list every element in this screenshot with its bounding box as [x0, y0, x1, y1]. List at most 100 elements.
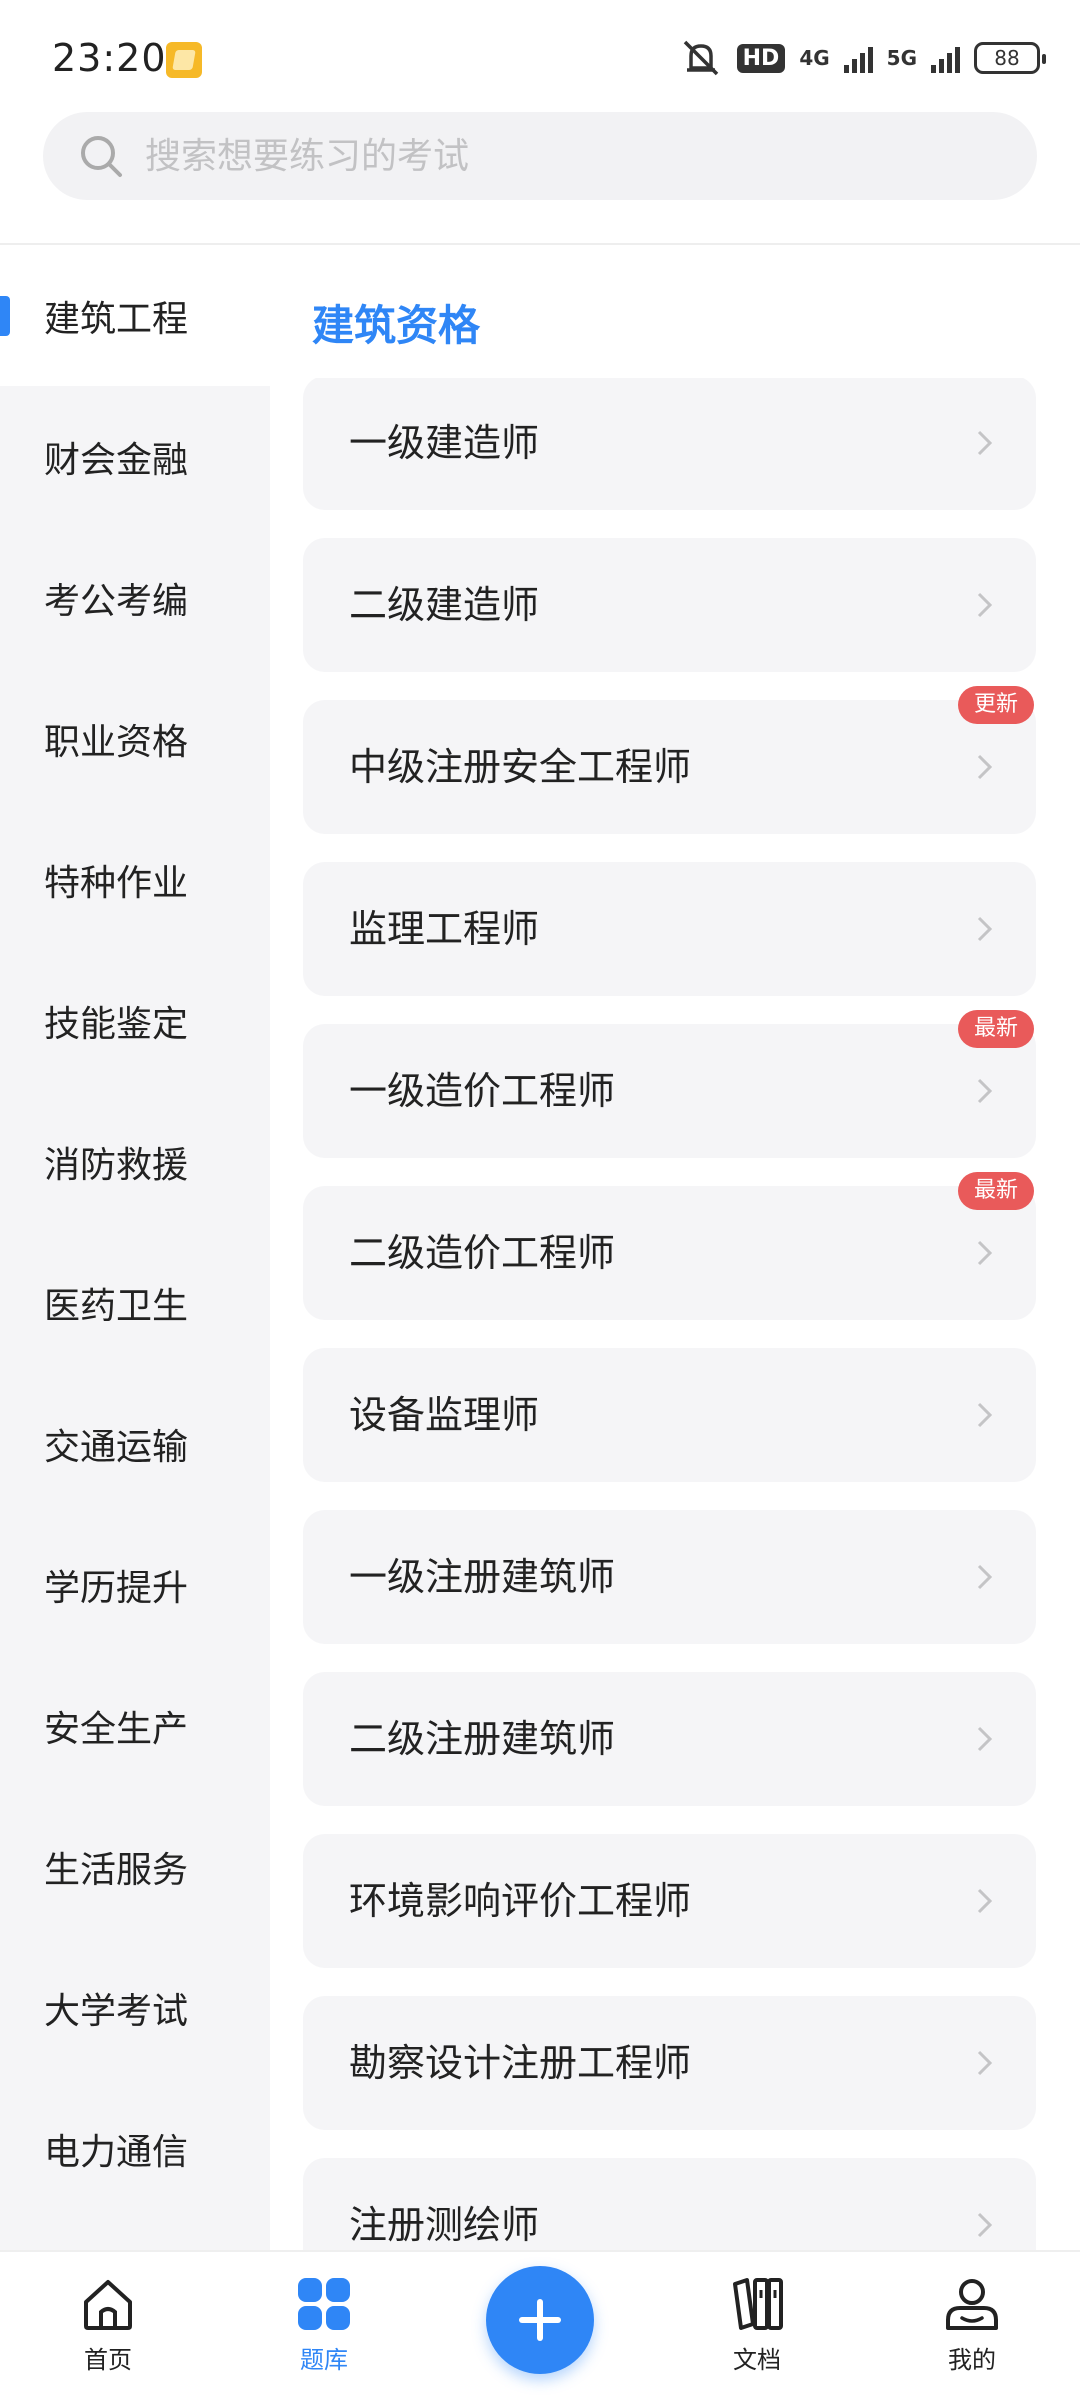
sidebar-item-label: 技能鉴定 — [44, 1003, 189, 1045]
list-item-label: 一级造价工程师 — [349, 1069, 616, 1113]
signal-icon-2 — [931, 43, 960, 73]
notification-app-icon — [166, 42, 202, 78]
profile-icon — [946, 2279, 998, 2330]
network-label-1: 4G — [799, 46, 830, 70]
sidebar-item-fire-rescue[interactable]: 消防救援 — [0, 1091, 270, 1232]
status-bar: 23:20 HD 4G 5G 88 — [0, 0, 1080, 110]
battery-icon: 88 — [974, 42, 1046, 74]
new-badge: 最新 — [957, 1172, 1034, 1210]
add-button[interactable] — [486, 2266, 594, 2374]
hd-badge: HD — [736, 43, 786, 73]
sidebar-item-label: 特种作业 — [44, 862, 189, 904]
documents-icon — [733, 2278, 783, 2330]
chevron-right-icon — [977, 1402, 993, 1428]
list-item[interactable]: 二级造价工程师 最新 — [303, 1172, 1036, 1320]
sidebar-item-label: 学历提升 — [44, 1567, 189, 1609]
list-item[interactable]: 一级注册建筑师 — [303, 1510, 1036, 1644]
sidebar-item-label: 医药卫生 — [44, 1285, 189, 1327]
list-item[interactable]: 一级造价工程师 最新 — [303, 1010, 1036, 1158]
sidebar-item-transport[interactable]: 交通运输 — [0, 1373, 270, 1514]
status-time: 23:20 — [52, 36, 167, 80]
list-item[interactable]: 二级注册建筑师 — [303, 1672, 1036, 1806]
network-label-2: 5G — [886, 46, 917, 70]
sidebar-item-university[interactable]: 大学考试 — [0, 1937, 270, 2078]
nav-home[interactable]: 首页 — [48, 2274, 168, 2375]
list-item[interactable]: 环境影响评价工程师 — [303, 1834, 1036, 1968]
list-item-label: 二级造价工程师 — [349, 1231, 616, 1275]
list-item[interactable]: 二级建造师 — [303, 538, 1036, 672]
sidebar-item-label: 财会金融 — [44, 439, 189, 481]
nav-question-bank-label: 题库 — [300, 2346, 348, 2374]
category-sidebar: 建筑工程 财会金融 考公考编 职业资格 特种作业 技能鉴定 消防救援 医药卫生 … — [0, 245, 270, 2250]
nav-profile[interactable]: 我的 — [912, 2274, 1032, 2375]
grid-icon — [298, 2278, 350, 2330]
search-icon — [77, 132, 125, 180]
plus-icon — [519, 2299, 561, 2341]
nav-documents[interactable]: 文档 — [697, 2274, 817, 2375]
sidebar-item-label: 大学考试 — [44, 1990, 189, 2032]
list-item[interactable]: 注册测绘师 — [303, 2158, 1036, 2250]
chevron-right-icon — [977, 1078, 993, 1104]
list-item-label: 二级注册建筑师 — [349, 1717, 616, 1761]
signal-icon-1 — [843, 43, 873, 73]
nav-question-bank[interactable]: 题库 — [264, 2274, 384, 2375]
mute-icon — [683, 40, 718, 76]
sidebar-item-professional[interactable]: 职业资格 — [0, 668, 270, 809]
chevron-right-icon — [977, 1726, 993, 1752]
list-item[interactable]: 勘察设计注册工程师 — [303, 1996, 1036, 2130]
list-item-label: 中级注册安全工程师 — [349, 745, 692, 789]
sidebar-item-medical[interactable]: 医药卫生 — [0, 1232, 270, 1373]
list-item-label: 勘察设计注册工程师 — [349, 2041, 692, 2085]
sidebar-item-label: 电力通信 — [44, 2131, 189, 2173]
nav-home-label: 首页 — [84, 2346, 132, 2374]
sidebar-item-label: 建筑工程 — [44, 298, 189, 340]
battery-level: 88 — [994, 46, 1020, 70]
sidebar-item-construction[interactable]: 建筑工程 — [0, 245, 270, 386]
new-badge: 最新 — [957, 1010, 1034, 1048]
sidebar-item-label: 安全生产 — [44, 1708, 189, 1750]
list-item[interactable]: 设备监理师 — [303, 1348, 1036, 1482]
chevron-right-icon — [977, 592, 993, 618]
list-item-label: 一级建造师 — [349, 421, 540, 465]
chevron-right-icon — [977, 2212, 993, 2238]
chevron-right-icon — [977, 916, 993, 942]
sidebar-item-finance[interactable]: 财会金融 — [0, 386, 270, 527]
sidebar-item-skills[interactable]: 技能鉴定 — [0, 950, 270, 1091]
list-item-label: 注册测绘师 — [349, 2203, 540, 2247]
bottom-nav: 首页 题库 文档 我的 — [0, 2250, 1080, 2403]
sidebar-item-civil-service[interactable]: 考公考编 — [0, 527, 270, 668]
nav-documents-label: 文档 — [733, 2346, 781, 2374]
chevron-right-icon — [977, 754, 993, 780]
sidebar-item-power-telecom[interactable]: 电力通信 — [0, 2078, 270, 2219]
sidebar-item-label: 考公考编 — [44, 580, 189, 622]
list-item-label: 监理工程师 — [349, 907, 540, 951]
section-title: 建筑资格 — [312, 301, 481, 350]
sidebar-item-life-service[interactable]: 生活服务 — [0, 1796, 270, 1937]
chevron-right-icon — [977, 1240, 993, 1266]
status-icons: HD 4G 5G 88 — [679, 38, 1046, 78]
list-item[interactable]: 监理工程师 — [303, 862, 1036, 996]
search-bar[interactable] — [43, 112, 1037, 200]
list-item-label: 二级建造师 — [349, 583, 540, 627]
sidebar-item-label: 职业资格 — [44, 721, 189, 763]
chevron-right-icon — [977, 2050, 993, 2076]
search-input[interactable] — [145, 135, 945, 177]
list-item-label: 设备监理师 — [349, 1393, 540, 1437]
sidebar-item-special-ops[interactable]: 特种作业 — [0, 809, 270, 950]
sidebar-item-label: 交通运输 — [44, 1426, 189, 1468]
sidebar-item-label: 生活服务 — [44, 1849, 189, 1891]
sidebar-item-education[interactable]: 学历提升 — [0, 1514, 270, 1655]
update-badge: 更新 — [957, 686, 1034, 724]
exam-list: 一级建造师 二级建造师 中级注册安全工程师 更新 监理工程师 一级造价工程师 最… — [270, 378, 1080, 2250]
list-item[interactable]: 中级注册安全工程师 更新 — [303, 686, 1036, 834]
list-item-label: 环境影响评价工程师 — [349, 1879, 692, 1923]
chevron-right-icon — [977, 1564, 993, 1590]
nav-profile-label: 我的 — [948, 2346, 996, 2374]
sidebar-item-safety[interactable]: 安全生产 — [0, 1655, 270, 1796]
home-icon — [84, 2280, 132, 2330]
list-item[interactable]: 一级建造师 — [303, 378, 1036, 510]
list-item-label: 一级注册建筑师 — [349, 1555, 616, 1599]
sidebar-item-label: 消防救援 — [44, 1144, 189, 1186]
chevron-right-icon — [977, 430, 993, 456]
chevron-right-icon — [977, 1888, 993, 1914]
